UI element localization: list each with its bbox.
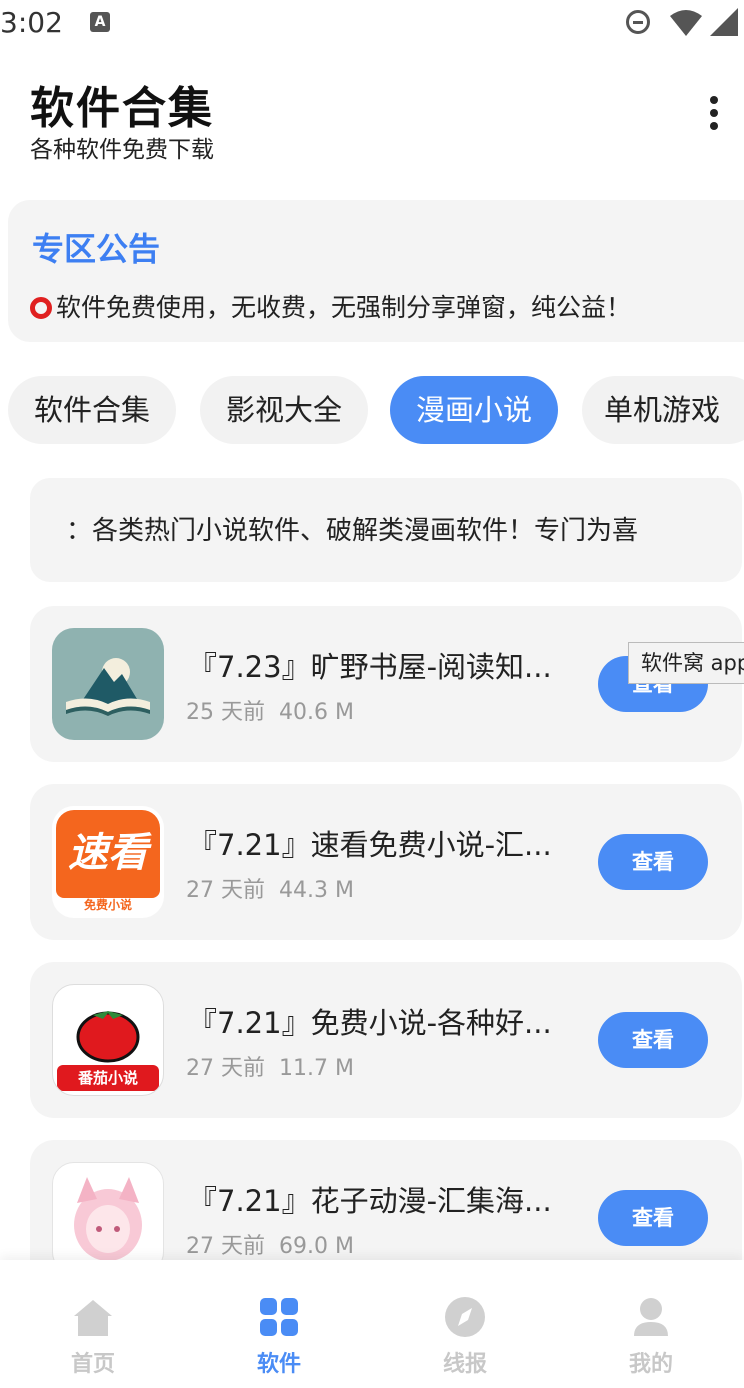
page-title: 软件合集 (30, 83, 214, 134)
sukan-logo-icon: 速看 免费小说 (52, 806, 164, 918)
signal-icon (710, 8, 738, 36)
tab-software[interactable]: 软件合集 (8, 376, 176, 444)
app-size: 11.7 M (279, 1056, 354, 1081)
wifi-icon (670, 10, 702, 36)
nav-software-label: 软件 (256, 1352, 301, 1377)
announcement-text-row: 软件免费使用，无收费，无强制分享弹窗，纯公益！ (30, 288, 631, 324)
nav-news[interactable]: 线报 (372, 1260, 558, 1388)
view-button[interactable]: 查看 (598, 1012, 708, 1068)
page-subtitle: 各种软件免费下载 (30, 137, 214, 163)
category-description: ：各类热门小说软件、破解类漫画软件！专门为喜 (30, 478, 742, 582)
red-circle-icon (30, 297, 52, 319)
nav-news-label: 线报 (442, 1352, 487, 1377)
tooltip: 软件窝 app (628, 642, 744, 684)
nav-home-label: 首页 (70, 1352, 115, 1377)
tomato-icon: 番茄小说 (52, 984, 164, 1096)
nav-home[interactable]: 首页 (0, 1260, 186, 1388)
compass-icon (445, 1297, 485, 1337)
app-meta: 27 天前 69.0 M (186, 1228, 354, 1260)
tab-games[interactable]: 单机游戏 (582, 376, 744, 444)
view-button[interactable]: 查看 (598, 834, 708, 890)
home-icon (74, 1300, 112, 1336)
more-vertical-icon[interactable] (700, 96, 728, 136)
tab-comics-novels[interactable]: 漫画小说 (390, 376, 558, 444)
description-text: ：各类热门小说软件、破解类漫画软件！专门为喜 (66, 516, 639, 546)
app-meta: 27 天前 11.7 M (186, 1050, 354, 1082)
status-time: 3:02 (0, 6, 63, 39)
app-meta: 25 天前 40.6 M (186, 694, 354, 726)
anime-girl-icon (52, 1162, 164, 1274)
announcement-title: 专区公告 (32, 230, 161, 268)
app-size: 44.3 M (279, 878, 354, 903)
app-meta: 27 天前 44.3 M (186, 872, 354, 904)
nav-profile[interactable]: 我的 (558, 1260, 744, 1388)
app-size: 69.0 M (279, 1234, 354, 1259)
announcement-text: 软件免费使用，无收费，无强制分享弹窗，纯公益！ (56, 293, 632, 322)
do-not-disturb-icon (626, 10, 650, 34)
app-age: 25 天前 (186, 700, 265, 725)
app-title: 『7.21』速看免费小说-汇... (188, 828, 552, 862)
app-title: 『7.21』免费小说-各种好... (188, 1006, 552, 1040)
view-button[interactable]: 查看 (598, 1190, 708, 1246)
nav-software[interactable]: 软件 (186, 1260, 372, 1388)
app-header: 软件合集 各种软件免费下载 (0, 60, 744, 170)
category-tabs: 软件合集 影视大全 漫画小说 单机游戏 (0, 376, 744, 446)
book-mountain-icon (52, 628, 164, 740)
app-title: 『7.21』花子动漫-汇集海... (188, 1184, 552, 1218)
app-size: 40.6 M (279, 700, 354, 725)
status-bar: 3:02 A (0, 0, 744, 48)
notification-a-icon: A (90, 12, 110, 32)
nav-profile-label: 我的 (628, 1352, 673, 1377)
app-age: 27 天前 (186, 1234, 265, 1259)
app-age: 27 天前 (186, 1056, 265, 1081)
bottom-navigation: 首页 软件 线报 我的 (0, 1260, 744, 1388)
app-age: 27 天前 (186, 878, 265, 903)
tab-movies[interactable]: 影视大全 (200, 376, 368, 444)
user-icon (634, 1298, 668, 1336)
app-card[interactable]: 速看 免费小说 『7.21』速看免费小说-汇... 27 天前 44.3 M 查… (30, 784, 742, 940)
app-card[interactable]: 『7.23』旷野书屋-阅读知... 25 天前 40.6 M 查看 (30, 606, 742, 762)
app-card[interactable]: 番茄小说 『7.21』免费小说-各种好... 27 天前 11.7 M 查看 (30, 962, 742, 1118)
announcement-card: 专区公告 软件免费使用，无收费，无强制分享弹窗，纯公益！ (8, 200, 744, 342)
grid-icon (260, 1298, 298, 1336)
app-title: 『7.23』旷野书屋-阅读知... (188, 650, 552, 684)
